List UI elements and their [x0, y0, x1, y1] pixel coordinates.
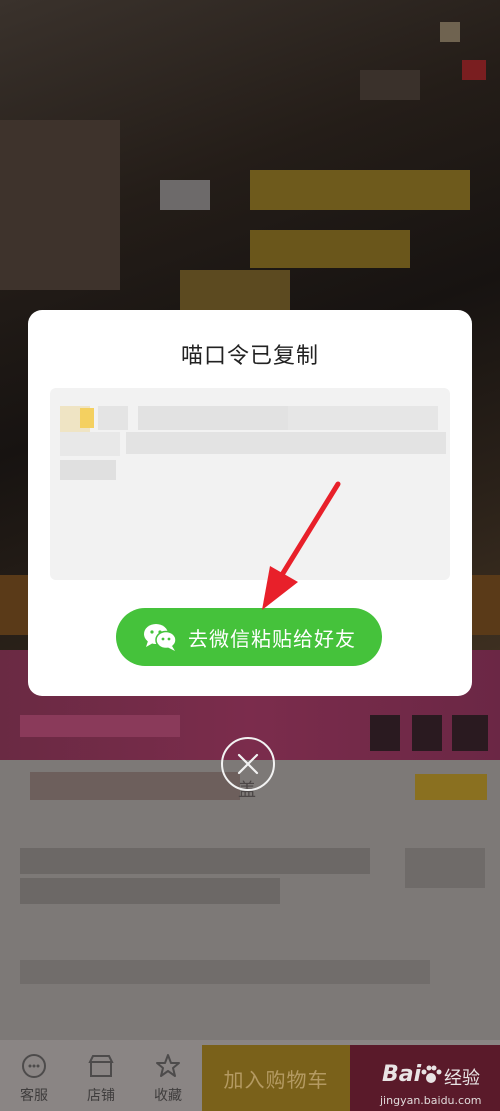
watermark-suffix: 经验	[444, 1068, 480, 1089]
bottom-item-store[interactable]: 店铺	[81, 1085, 121, 1105]
bottom-item-favorite[interactable]: 收藏	[148, 1085, 188, 1105]
close-icon	[237, 753, 259, 775]
watermark-brand: Bai	[382, 1062, 422, 1087]
red-annotation-arrow-icon	[262, 481, 341, 610]
customer-service-icon[interactable]	[21, 1053, 47, 1079]
store-icon[interactable]	[88, 1053, 114, 1079]
star-icon[interactable]	[155, 1053, 181, 1079]
paste-to-wechat-label: 去微信粘贴给好友	[188, 626, 356, 651]
wechat-icon	[144, 624, 177, 651]
baidu-jingyan-watermark: Bai 经验 jingyan.baidu.com	[380, 1058, 500, 1108]
product-details: 盖	[0, 760, 500, 1040]
bottom-item-customer-service[interactable]: 客服	[14, 1085, 54, 1105]
add-to-cart-button[interactable]: 加入购物车	[202, 1045, 350, 1111]
close-dialog-button[interactable]	[221, 737, 275, 791]
watermark-site: jingyan.baidu.com	[380, 1094, 482, 1107]
dialog-title: 喵口令已复制	[180, 344, 319, 369]
paw-icon	[421, 1065, 442, 1083]
